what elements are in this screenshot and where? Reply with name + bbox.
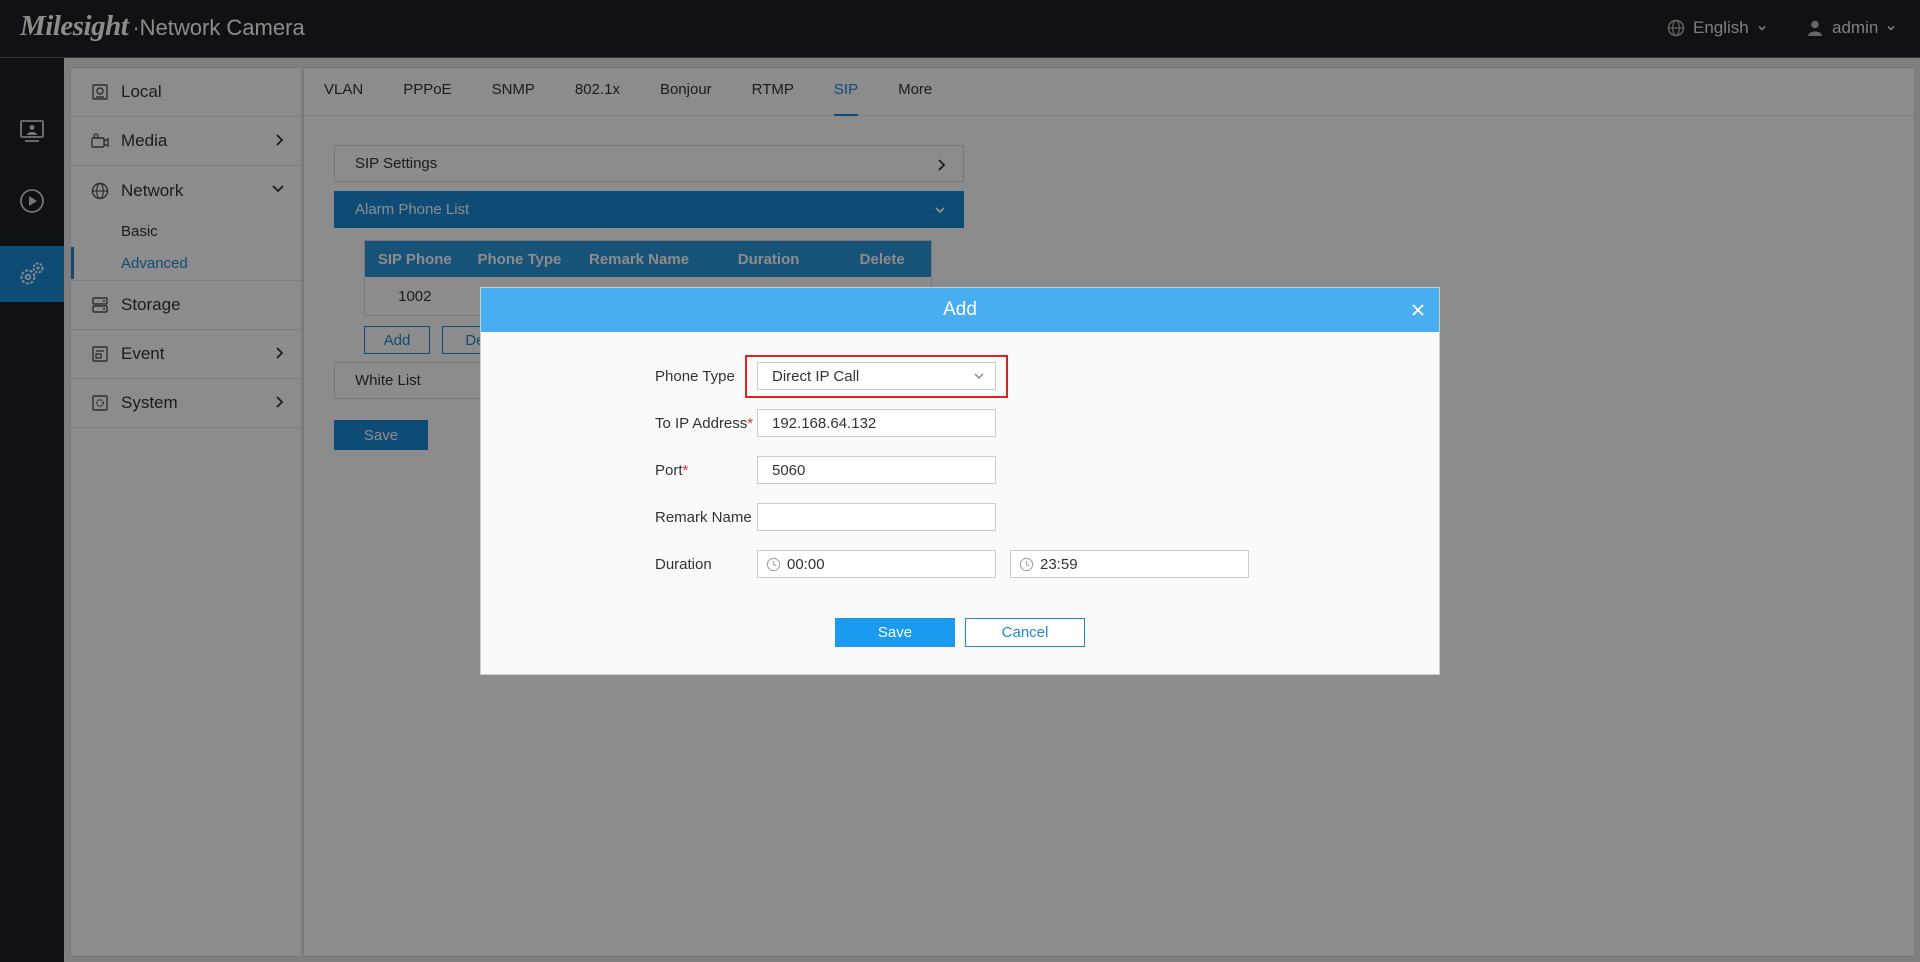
required-mark: *	[682, 462, 689, 479]
clock-icon	[1019, 557, 1034, 571]
duration-label: Duration	[655, 556, 712, 573]
port-label-text: Port	[655, 462, 683, 479]
port-input[interactable]: 5060	[757, 456, 996, 484]
close-icon[interactable]	[1409, 301, 1427, 319]
ip-address-label: To IP Address*	[655, 415, 753, 432]
dialog-header: Add	[481, 288, 1439, 332]
remark-name-label: Remark Name	[655, 509, 752, 526]
phone-type-value: Direct IP Call	[772, 367, 860, 385]
clock-icon	[766, 557, 781, 571]
duration-end-value: 23:59	[1040, 555, 1078, 573]
duration-end-input[interactable]: 23:59	[1010, 550, 1249, 578]
phone-type-label: Phone Type	[655, 368, 735, 385]
phone-type-select[interactable]: Direct IP Call	[757, 362, 996, 390]
required-mark: *	[747, 415, 754, 432]
chevron-down-icon	[974, 373, 984, 379]
ip-address-input[interactable]: 192.168.64.132	[757, 409, 996, 437]
remark-name-input[interactable]	[757, 503, 996, 531]
port-label: Port*	[655, 462, 688, 479]
duration-start-input[interactable]: 00:00	[757, 550, 996, 578]
add-dialog: Add Phone Type Direct IP Call To IP Addr…	[480, 287, 1440, 675]
dialog-save-button[interactable]: Save	[835, 618, 955, 647]
duration-start-value: 00:00	[787, 555, 825, 573]
dialog-title: Add	[943, 299, 977, 320]
dialog-cancel-button[interactable]: Cancel	[965, 618, 1085, 647]
ip-address-label-text: To IP Address	[655, 415, 748, 432]
